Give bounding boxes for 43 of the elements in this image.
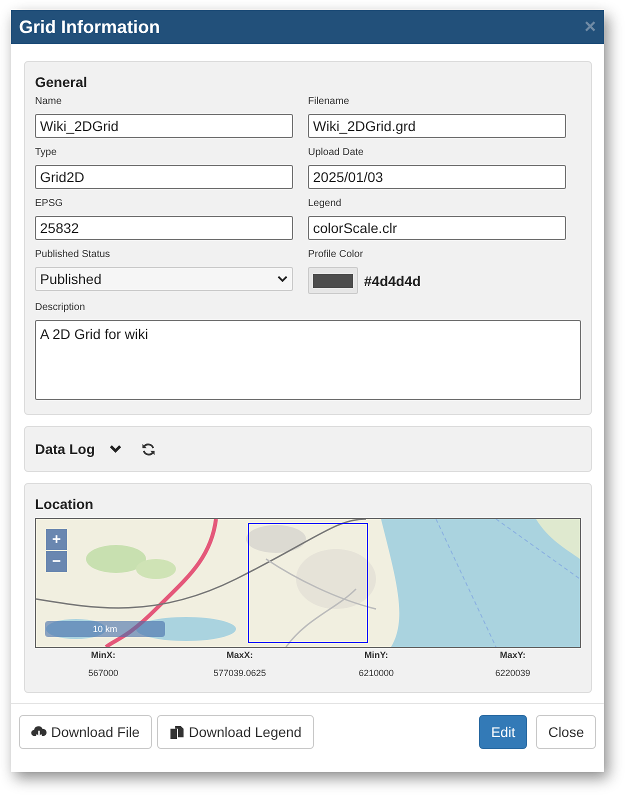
section-title: General xyxy=(35,74,88,90)
color-value: #4d4d4d xyxy=(364,272,421,288)
bound-value: 577039.0625 xyxy=(213,668,266,678)
field-label: Published Status xyxy=(35,249,112,260)
bound-label: MaxY: xyxy=(500,650,526,660)
window-title: Grid Information xyxy=(19,16,160,38)
field-label: Filename xyxy=(308,96,350,107)
bound-value: 6210000 xyxy=(358,668,394,678)
chevron-down-icon[interactable] xyxy=(108,444,122,454)
description-field[interactable]: A 2D Grid for wiki xyxy=(35,320,581,400)
color-picker[interactable] xyxy=(308,267,358,294)
input-field[interactable]: 25832 xyxy=(35,216,293,240)
chevron-down-icon xyxy=(277,275,288,283)
cloud-download-icon xyxy=(31,724,47,740)
download-legend-button[interactable]: Download Legend xyxy=(156,715,314,749)
bound-label: MinX: xyxy=(91,650,116,660)
status-dropdown[interactable]: Published xyxy=(35,267,293,291)
input-field[interactable]: colorScale.clr xyxy=(308,216,566,240)
bound-value: 567000 xyxy=(88,668,118,678)
bound-label: MaxX: xyxy=(226,650,253,660)
section-title: Data Log xyxy=(35,441,95,457)
field-label: Profile Color xyxy=(308,249,364,260)
bound-value: 6220039 xyxy=(495,668,530,678)
refresh-icon[interactable] xyxy=(140,442,156,456)
section-title: Location xyxy=(35,496,94,512)
input-field[interactable]: Grid2D xyxy=(35,165,293,189)
input-field[interactable]: Wiki_2DGrid.grd xyxy=(308,114,566,138)
field-label: Name xyxy=(35,96,63,107)
zoom-out-button[interactable]: − xyxy=(46,551,67,572)
field-label: Type xyxy=(35,147,58,158)
zoom-in-button[interactable]: + xyxy=(46,529,67,550)
close-button[interactable]: Close xyxy=(536,715,596,749)
field-label: Upload Date xyxy=(308,147,365,158)
field-label: Description xyxy=(35,302,86,313)
scale-bar: 10 km xyxy=(45,621,165,637)
input-field[interactable]: 2025/01/03 xyxy=(308,165,566,189)
input-field[interactable]: Wiki_2DGrid xyxy=(35,114,293,138)
field-label: EPSG xyxy=(35,198,64,209)
files-icon xyxy=(168,724,185,740)
download-file-button[interactable]: Download File xyxy=(19,715,152,749)
field-label: Legend xyxy=(308,198,342,209)
edit-button[interactable]: Edit xyxy=(479,715,528,749)
bound-label: MinY: xyxy=(364,650,388,660)
